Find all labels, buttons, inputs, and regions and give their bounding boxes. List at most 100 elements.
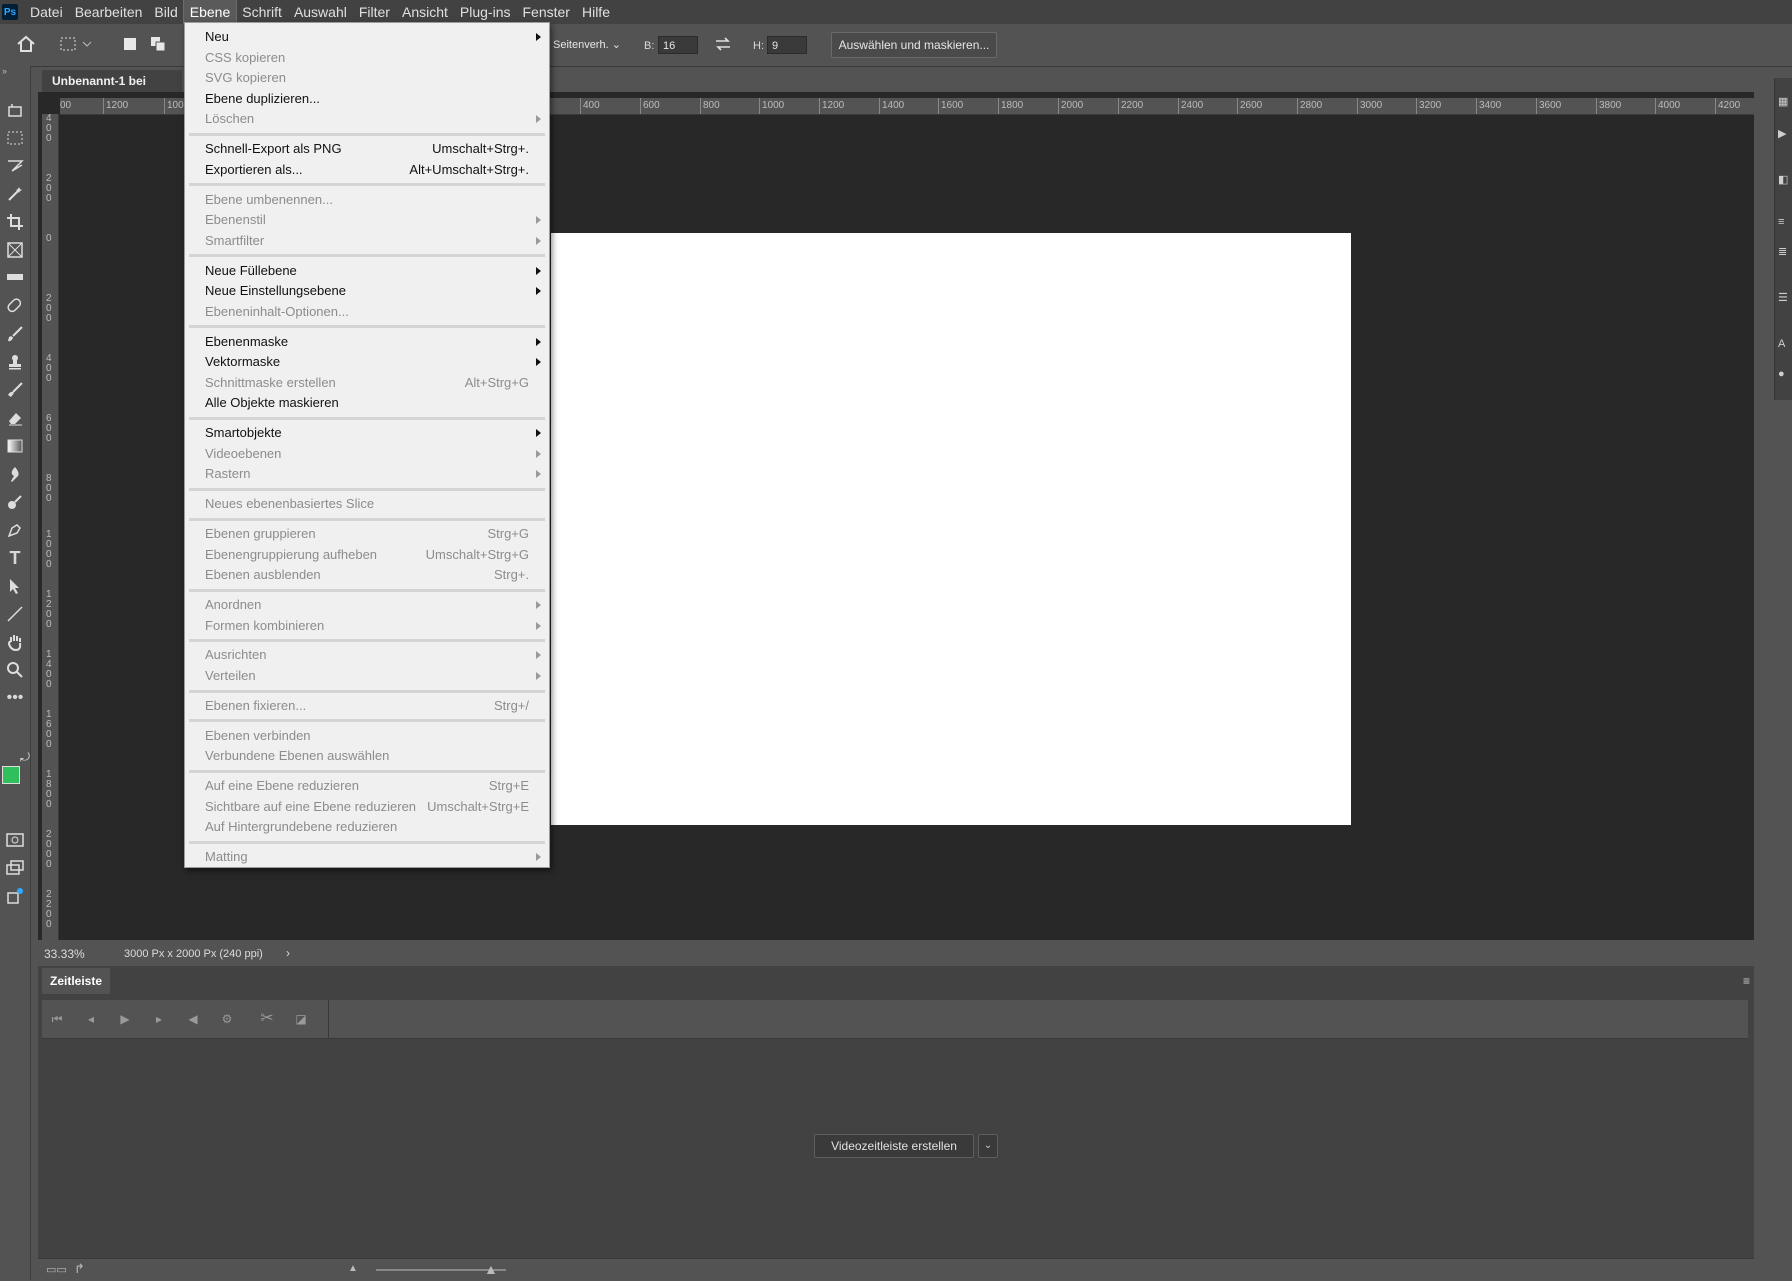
settings-gear-icon[interactable]: ⚙ (218, 1010, 236, 1028)
menu-filter[interactable]: Filter (353, 0, 396, 24)
menu-item-ebene-umbenennen[interactable]: Ebene umbenennen... (185, 190, 549, 210)
render-arrow-icon[interactable]: ↱ (74, 1261, 85, 1277)
menu-ebene[interactable]: Ebene (182, 0, 238, 25)
frame-icon[interactable] (3, 238, 27, 262)
adjustments-panel-icon[interactable]: ≣ (1778, 246, 1790, 258)
aspect-ratio-select[interactable]: Seitenverh. ⌄ (549, 36, 627, 54)
menu-item-smartobjekte[interactable]: Smartobjekte (185, 423, 549, 443)
menu-item-svg-kopieren[interactable]: SVG kopieren (185, 68, 549, 88)
menu-plug-ins[interactable]: Plug-ins (454, 0, 517, 24)
menu-item-alle-objekte-maskieren[interactable]: Alle Objekte maskieren (185, 393, 549, 413)
add-to-selection-icon[interactable] (146, 32, 170, 56)
hand-icon[interactable] (3, 630, 27, 654)
menu-item-ebenengruppierung-aufheben[interactable]: Ebenengruppierung aufheben Umschalt+Strg+… (185, 545, 549, 565)
character-panel-icon[interactable]: A (1778, 338, 1790, 350)
eraser-icon[interactable] (3, 406, 27, 430)
menu-item-matting[interactable]: Matting (185, 847, 549, 867)
dodge-icon[interactable] (3, 490, 27, 514)
foreground-color-swatch[interactable] (2, 766, 20, 784)
document-info[interactable]: 3000 Px x 2000 Px (240 ppi) (124, 948, 263, 960)
menu-schrift[interactable]: Schrift (236, 0, 288, 24)
menu-datei[interactable]: Datei (24, 0, 69, 24)
menu-bearbeiten[interactable]: Bearbeiten (69, 0, 149, 24)
menu-item-ebenen-ausblenden[interactable]: Ebenen ausblenden Strg+. (185, 565, 549, 585)
play-panel-icon[interactable]: ▶ (1778, 128, 1790, 140)
document-canvas[interactable] (551, 233, 1351, 825)
menu-item-formen-kombinieren[interactable]: Formen kombinieren (185, 616, 549, 636)
blur-icon[interactable] (3, 462, 27, 486)
menu-item-neues-ebenenbasiertes-slice[interactable]: Neues ebenenbasiertes Slice (185, 494, 549, 514)
menu-item-ebenenmaske[interactable]: Ebenenmaske (185, 332, 549, 352)
create-video-timeline-button[interactable]: Videozeitleiste erstellen (814, 1134, 974, 1158)
artboard-icon[interactable] (3, 98, 27, 122)
healing-brush-icon[interactable] (3, 294, 27, 318)
menu-item-verteilen[interactable]: Verteilen (185, 666, 549, 686)
transition-icon[interactable]: ◪ (292, 1010, 310, 1028)
previous-frame-icon[interactable]: ◂ (82, 1010, 100, 1028)
collapse-arrows-icon[interactable]: » (2, 66, 7, 76)
photoshop-logo-icon[interactable]: Ps (2, 4, 18, 20)
menu-item-neue-füllebene[interactable]: Neue Füllebene (185, 261, 549, 281)
menu-item-vektormaske[interactable]: Vektormaske (185, 352, 549, 372)
menu-item-rastern[interactable]: Rastern (185, 464, 549, 484)
height-input[interactable]: 9 (767, 36, 807, 54)
menu-item-ebene-duplizieren[interactable]: Ebene duplizieren... (185, 89, 549, 109)
menu-item-ebenen-gruppieren[interactable]: Ebenen gruppieren Strg+G (185, 524, 549, 544)
timeline-tab[interactable]: Zeitleiste (42, 968, 110, 994)
history-brush-icon[interactable] (3, 378, 27, 402)
menu-item-neu[interactable]: Neu (185, 27, 549, 47)
menu-item-schnell-export-als-png[interactable]: Schnell-Export als PNG Umschalt+Strg+. (185, 139, 549, 159)
marquee-preset-icon[interactable] (58, 32, 82, 56)
brush-settings-panel-icon[interactable]: ● (1778, 368, 1790, 380)
menu-item-anordnen[interactable]: Anordnen (185, 595, 549, 615)
menu-bild[interactable]: Bild (148, 0, 183, 24)
new-selection-icon[interactable] (118, 32, 142, 56)
menu-item-ausrichten[interactable]: Ausrichten (185, 645, 549, 665)
width-input[interactable]: 16 (658, 36, 698, 54)
screen-mode-icon[interactable] (3, 856, 27, 880)
menu-auswahl[interactable]: Auswahl (288, 0, 353, 24)
menu-item-ebenen-verbinden[interactable]: Ebenen verbinden (185, 726, 549, 746)
list-panel-icon[interactable]: ≡ (1778, 216, 1790, 228)
rectangular-marquee-icon[interactable] (3, 126, 27, 150)
frames-icon[interactable]: ▭▭ (46, 1263, 67, 1276)
quick-mask-icon[interactable] (3, 828, 27, 852)
magic-wand-icon[interactable] (3, 182, 27, 206)
line-icon[interactable] (3, 602, 27, 626)
audio-icon[interactable]: ◀ (184, 1010, 202, 1028)
more-tools-icon[interactable]: ••• (3, 686, 27, 710)
menu-item-exportieren-als[interactable]: Exportieren als... Alt+Umschalt+Strg+. (185, 160, 549, 180)
gradient-icon[interactable] (3, 434, 27, 458)
menu-item-neue-einstellungsebene[interactable]: Neue Einstellungsebene (185, 281, 549, 301)
menu-hilfe[interactable]: Hilfe (576, 0, 616, 24)
menu-item-ebenenstil[interactable]: Ebenenstil (185, 210, 549, 230)
crop-icon[interactable] (3, 210, 27, 234)
lasso-icon[interactable] (3, 154, 27, 178)
ruler-icon[interactable] (3, 266, 27, 290)
type-tool-icon[interactable]: T (3, 546, 27, 570)
swap-colors-icon[interactable]: ⤾ (20, 750, 30, 765)
paragraph-panel-icon[interactable]: ☰ (1778, 292, 1790, 304)
zoom-level[interactable]: 33.33% (44, 947, 85, 961)
menu-item-schnittmaske-erstellen[interactable]: Schnittmaske erstellen Alt+Strg+G (185, 373, 549, 393)
menu-item-verbundene-ebenen-auswählen[interactable]: Verbundene Ebenen auswählen (185, 746, 549, 766)
chevron-right-icon[interactable]: › (286, 946, 290, 960)
menu-item-ebenen-fixieren[interactable]: Ebenen fixieren... Strg+/ (185, 696, 549, 716)
menu-item-smartfilter[interactable]: Smartfilter (185, 231, 549, 251)
zoom-in-icon[interactable]: ▲ (484, 1261, 498, 1277)
swap-icon[interactable] (711, 32, 735, 56)
play-icon[interactable]: ▶ (116, 1010, 134, 1028)
zoom-out-icon[interactable]: ▲ (348, 1263, 358, 1274)
pen-icon[interactable] (3, 518, 27, 542)
next-frame-icon[interactable]: ▸ (150, 1010, 168, 1028)
select-and-mask-button[interactable]: Auswählen und maskieren... (831, 32, 997, 58)
clone-stamp-icon[interactable] (3, 350, 27, 374)
left-ruler[interactable]: 400 200 0 200 400 600 800 1000 1200 1400 1600 1800 2… (42, 114, 59, 940)
brush-icon[interactable] (3, 322, 27, 346)
menu-item-css-kopieren[interactable]: CSS kopieren (185, 48, 549, 68)
home-icon[interactable] (14, 32, 38, 56)
menu-item-löschen[interactable]: Löschen (185, 109, 549, 129)
go-to-first-frame-icon[interactable]: ⏮ (48, 1010, 66, 1028)
menu-item-sichtbare-auf-eine-ebene-reduzieren[interactable]: Sichtbare auf eine Ebene reduzieren Umsch… (185, 797, 549, 817)
menu-item-auf-eine-ebene-reduzieren[interactable]: Auf eine Ebene reduzieren Strg+E (185, 776, 549, 796)
